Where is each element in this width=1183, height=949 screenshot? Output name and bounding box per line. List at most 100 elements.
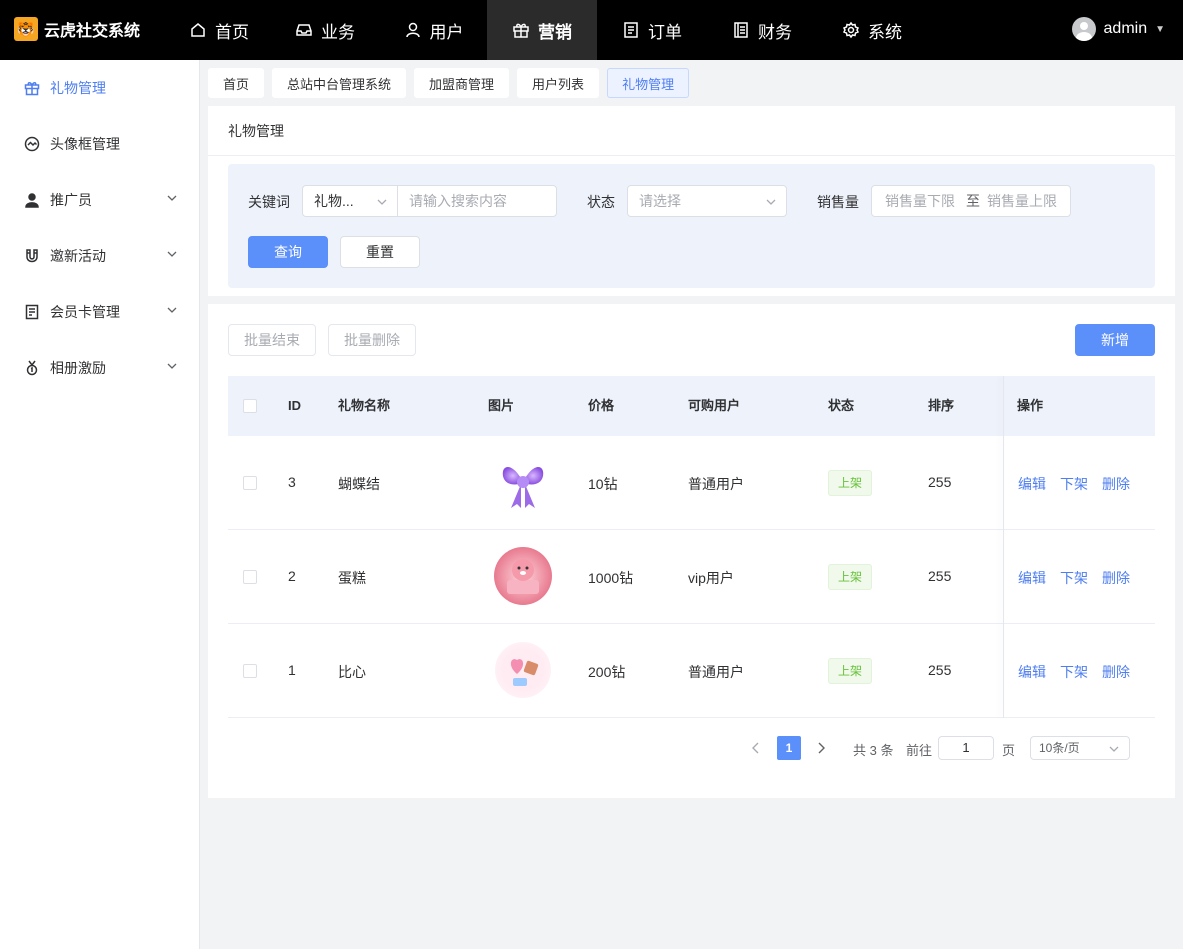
query-button[interactable]: 查询: [248, 236, 328, 268]
keyword-type-select[interactable]: 礼物...: [302, 185, 398, 217]
cell-name: 蝴蝶结: [338, 476, 380, 492]
col-users: 可购用户: [688, 398, 741, 413]
chevron-down-icon: [377, 199, 387, 205]
sidebar-item-label: 头像框管理: [50, 136, 120, 152]
nav-users[interactable]: 用户: [380, 0, 487, 60]
page-size-value: 10条/页: [1039, 741, 1080, 755]
search-form: 关键词 礼物... 请输入搜索内容 状态 请选择 销售量 销售量下限 至 销售量…: [228, 164, 1155, 288]
fixed-column-divider: [1003, 376, 1004, 718]
search-panel: 礼物管理 关键词 礼物... 请输入搜索内容 状态 请选择 销售量 销售量下限 …: [208, 106, 1175, 296]
page-number-current[interactable]: 1: [777, 736, 801, 760]
sidebar-item-gifts[interactable]: 礼物管理: [0, 60, 199, 116]
gift-icon: [513, 23, 529, 38]
prev-page-icon[interactable]: [751, 741, 761, 755]
nav-users-label: 用户: [429, 22, 464, 42]
delete-link[interactable]: 删除: [1102, 474, 1130, 494]
page-unit: 页: [1002, 743, 1016, 758]
sidebar-item-promoters[interactable]: 推广员: [0, 172, 199, 228]
edit-link[interactable]: 编辑: [1018, 568, 1046, 588]
next-page-icon[interactable]: [816, 741, 826, 755]
cell-id: 2: [288, 568, 296, 584]
sidebar-item-membership[interactable]: 会员卡管理: [0, 284, 199, 340]
nav-home[interactable]: 首页: [168, 0, 270, 60]
inbox-icon: [296, 24, 312, 36]
cell-price: 200钻: [588, 664, 626, 680]
status-label: 状态: [587, 194, 615, 210]
sidebar-item-avatar-frames[interactable]: 头像框管理: [0, 116, 199, 172]
sidebar-item-label: 邀新活动: [50, 248, 106, 264]
cell-id: 3: [288, 474, 296, 490]
nav-finance[interactable]: 财务: [707, 0, 817, 60]
tag-user-list[interactable]: 用户列表: [517, 68, 600, 98]
col-name: 礼物名称: [338, 398, 391, 413]
home-icon: [191, 23, 205, 37]
sales-range-input[interactable]: 销售量下限 至 销售量上限: [871, 185, 1071, 217]
sidebar-item-label: 礼物管理: [50, 80, 106, 96]
delete-link[interactable]: 删除: [1102, 568, 1130, 588]
unlist-link[interactable]: 下架: [1060, 662, 1088, 682]
goto-label: 前往: [906, 743, 933, 758]
edit-link[interactable]: 编辑: [1018, 662, 1046, 682]
gear-icon: [842, 21, 860, 39]
card-icon: [24, 304, 40, 320]
chevron-down-icon: [1109, 746, 1119, 752]
batch-delete-button[interactable]: 批量删除: [328, 324, 416, 356]
nav-system-label: 系统: [868, 22, 902, 42]
page-title: 礼物管理: [208, 106, 1175, 156]
cell-sort: 255: [928, 474, 952, 490]
nav-home-label: 首页: [215, 22, 249, 42]
medal-icon: [24, 360, 40, 376]
unlist-link[interactable]: 下架: [1060, 474, 1088, 494]
total-count: 共 3 条: [853, 743, 894, 758]
status-placeholder: 请选择: [639, 193, 681, 209]
chevron-down-icon: [766, 199, 776, 205]
add-button[interactable]: 新增: [1075, 324, 1155, 356]
sales-min-input[interactable]: 销售量下限: [885, 186, 955, 216]
row-checkbox[interactable]: [243, 664, 257, 678]
status-select[interactable]: 请选择: [627, 185, 787, 217]
table-panel: 批量结束 批量删除 新增 ID 礼物名称 图片 价格 可购用户 状态 排序 操作…: [208, 304, 1175, 798]
tag-hq-admin[interactable]: 总站中台管理系统: [272, 68, 407, 98]
reset-button[interactable]: 重置: [340, 236, 420, 268]
magnet-icon: [24, 248, 40, 264]
row-checkbox[interactable]: [243, 476, 257, 490]
edit-link[interactable]: 编辑: [1018, 474, 1046, 494]
sidebar-item-album[interactable]: 相册激励: [0, 340, 199, 396]
tag-home[interactable]: 首页: [208, 68, 265, 98]
tag-franchise[interactable]: 加盟商管理: [414, 68, 510, 98]
nav-business-label: 业务: [321, 22, 355, 42]
username: admin: [1103, 20, 1148, 37]
nav-orders[interactable]: 订单: [597, 0, 707, 60]
sidebar-item-invite[interactable]: 邀新活动: [0, 228, 199, 284]
nav-business[interactable]: 业务: [270, 0, 380, 60]
chevron-down-icon: [167, 251, 177, 257]
sales-max-input[interactable]: 销售量上限: [987, 186, 1057, 216]
cell-name: 蛋糕: [338, 570, 366, 586]
tag-gift-management[interactable]: 礼物管理: [607, 68, 690, 98]
page-size-select[interactable]: 10条/页: [1030, 736, 1130, 760]
row-checkbox[interactable]: [243, 570, 257, 584]
col-status: 状态: [828, 398, 855, 413]
cell-name: 比心: [338, 664, 366, 680]
ledger-icon: [734, 22, 748, 38]
keyword-input[interactable]: 请输入搜索内容: [397, 185, 557, 217]
app-logo[interactable]: 🐯 云虎社交系统: [14, 17, 140, 41]
col-ops: 操作: [1017, 398, 1044, 413]
batch-end-button[interactable]: 批量结束: [228, 324, 316, 356]
goto-page-input[interactable]: 1: [938, 736, 994, 760]
frame-icon: [24, 136, 40, 152]
user-menu[interactable]: admin ▼: [1071, 17, 1165, 41]
cell-price: 10钻: [588, 476, 618, 492]
col-image: 图片: [488, 398, 515, 413]
sidebar: 礼物管理 头像框管理 推广员 邀新活动 会员卡管理 相册激励: [0, 60, 200, 949]
nav-system[interactable]: 系统: [817, 0, 927, 60]
delete-link[interactable]: 删除: [1102, 662, 1130, 682]
select-all-checkbox[interactable]: [243, 399, 257, 413]
table-row: 2 蛋糕 1000钻 vip用户 上架 255 编辑 下架 删除: [228, 530, 1155, 624]
unlist-link[interactable]: 下架: [1060, 568, 1088, 588]
nav-marketing[interactable]: 营销: [487, 0, 597, 60]
sidebar-item-label: 相册激励: [50, 360, 106, 376]
status-badge: 上架: [828, 564, 873, 590]
caret-down-icon: ▼: [1155, 23, 1165, 35]
sidebar-item-label: 推广员: [50, 192, 92, 208]
